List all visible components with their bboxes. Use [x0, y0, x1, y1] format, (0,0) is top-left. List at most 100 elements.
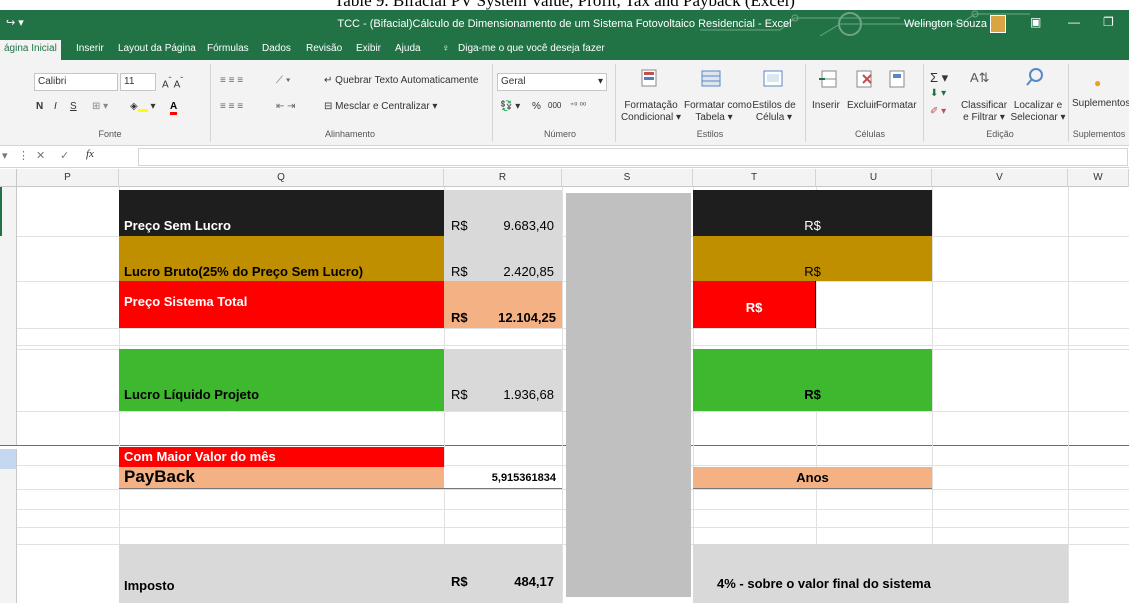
find-select-button[interactable]: Localizar e Selecionar ▾ [1010, 100, 1066, 124]
tab-ajuda[interactable]: Ajuda [395, 43, 421, 54]
font-color-icon[interactable]: A [170, 101, 178, 115]
tab-formulas[interactable]: Fórmulas [207, 43, 249, 54]
imposto-t-cell[interactable]: 4% - sobre o valor final do sistema [693, 544, 1068, 603]
clear-icon[interactable]: ✐ ▾ [930, 106, 946, 117]
row-header[interactable] [0, 469, 17, 603]
insert-button[interactable]: Inserir [812, 100, 840, 111]
delete-button[interactable]: Excluir [847, 100, 877, 111]
preco-total-value-cell[interactable]: R$ 12.104,25 [444, 281, 562, 328]
ribbon-display-icon[interactable]: ▣ [1030, 15, 1041, 29]
column-header-s[interactable]: S [562, 169, 693, 187]
wrap-text-icon: ↵ [324, 75, 336, 86]
lucro-liquido-value-cell[interactable]: R$ 1.936,68 [444, 349, 562, 411]
lucro-bruto-label-cell[interactable]: Lucro Bruto(25% do Preço Sem Lucro) [119, 236, 444, 281]
cancel-icon[interactable]: ✕ [36, 149, 45, 162]
imposto-label-cell[interactable]: Imposto [119, 544, 444, 603]
payback-label-cell[interactable]: PayBack [119, 467, 444, 489]
format-button[interactable]: Formatar [876, 100, 917, 111]
format-table-button[interactable]: Formatar como Tabela ▾ [684, 100, 752, 124]
maior-valor-label-cell[interactable]: Com Maior Valor do mês [119, 447, 444, 467]
imposto-value-cell[interactable]: R$ 484,17 [444, 544, 562, 603]
row-header-selected[interactable] [0, 449, 17, 469]
thousands-button[interactable]: 000 [548, 101, 561, 110]
row-header[interactable] [0, 236, 17, 445]
number-format-select[interactable]: Geral ▾ [497, 73, 607, 91]
column-header-r[interactable]: R [444, 169, 562, 187]
sort-filter-line1: Classificar [960, 100, 1008, 111]
font-name-select[interactable]: Calibri [34, 73, 118, 91]
currency-icon[interactable]: 💱 ▾ [500, 101, 520, 112]
tab-exibir[interactable]: Exibir [356, 43, 381, 54]
preco-sem-lucro-label-cell[interactable]: Preço Sem Lucro [119, 190, 444, 236]
decimal-increase-icon[interactable]: ⁺⁰ ⁰⁰ [570, 101, 586, 110]
insert-function-button[interactable]: fx [86, 148, 94, 160]
column-header-u[interactable]: U [816, 169, 932, 187]
row-header[interactable] [0, 187, 17, 236]
format-table-line2: Tabela [695, 112, 725, 123]
merge-center-button[interactable]: ⊟ Mesclar e Centralizar ▾ [324, 101, 437, 112]
tab-inserir[interactable]: Inserir [76, 43, 104, 54]
lucro-bruto-value-cell[interactable]: R$ 2.420,85 [444, 236, 562, 281]
formula-menu-icon[interactable]: ⋮ [18, 149, 29, 162]
tab-revisao[interactable]: Revisão [306, 43, 342, 54]
align-left-icon[interactable]: ≡ ≡ ≡ [220, 101, 243, 112]
sort-filter-button[interactable]: Classificar e Filtrar ▾ [956, 100, 1012, 124]
tell-me-input[interactable]: Diga-me o que você deseja fazer [458, 43, 605, 54]
payback-t-cell[interactable]: Anos [693, 467, 932, 489]
alignment-group-label: Alinhamento [324, 129, 376, 139]
cell-styles-button[interactable]: Estilos de Célula ▾ [748, 100, 800, 124]
lucro-bruto-value: 2.420,85 [503, 264, 554, 279]
column-s-gray-block[interactable] [566, 193, 691, 597]
fill-icon[interactable]: ⬇ ▾ [930, 88, 946, 99]
user-name[interactable]: Welington Souza [904, 18, 987, 30]
name-box-dropdown-icon[interactable]: ▾ [2, 149, 8, 162]
indent-icon[interactable]: ⇤ ⇥ [276, 101, 296, 112]
select-all-corner[interactable] [0, 169, 17, 187]
lucro-liquido-value: 1.936,68 [503, 387, 554, 402]
preco-sem-lucro-value: 9.683,40 [503, 218, 554, 233]
preco-total-label-cell[interactable]: Preço Sistema Total [119, 281, 444, 328]
formula-input[interactable] [138, 148, 1128, 166]
column-header-w[interactable]: W [1068, 169, 1129, 187]
worksheet-grid: Preço Sem Lucro R$ 9.683,40 R$ Lucro Brut… [0, 187, 1129, 603]
cell-styles-line2: Célula [755, 112, 785, 123]
column-header-v[interactable]: V [932, 169, 1068, 187]
preco-total-currency: R$ [451, 310, 468, 325]
column-header-q[interactable]: Q [119, 169, 444, 187]
tab-layout[interactable]: Layout da Página [118, 43, 196, 54]
minimize-icon[interactable]: — [1068, 15, 1080, 29]
payback-value: 5,915361834 [491, 472, 556, 484]
fill-color-icon[interactable]: ◈ ▾ [130, 101, 156, 112]
lucro-bruto-t-cell[interactable]: R$ [693, 236, 932, 281]
underline-button[interactable]: S [70, 101, 77, 112]
bold-button[interactable]: N [36, 101, 43, 112]
tab-dados[interactable]: Dados [262, 43, 291, 54]
column-header-t[interactable]: T [693, 169, 816, 187]
wrap-text-button[interactable]: ↵ Quebrar Texto Automaticamente [324, 75, 478, 86]
align-top-icon[interactable]: ≡ ≡ ≡ [220, 75, 243, 86]
payback-value-cell[interactable]: 5,915361834 [444, 467, 562, 489]
font-grow-icon[interactable]: Aˆ Aˇ [162, 75, 183, 90]
avatar[interactable] [990, 15, 1006, 33]
autosum-icon[interactable]: Σ ▾ [930, 70, 948, 86]
cells-group-label: Células [854, 129, 885, 139]
font-size-select[interactable]: 11 [120, 73, 156, 91]
percent-button[interactable]: % [532, 101, 541, 112]
addins-button[interactable]: Suplementos [1072, 98, 1129, 109]
column-header-p[interactable]: P [17, 169, 119, 187]
italic-button[interactable]: I [54, 101, 57, 112]
maior-valor-label: Com Maior Valor do mês [124, 449, 276, 464]
preco-sem-lucro-value-cell[interactable]: R$ 9.683,40 [444, 190, 562, 236]
conditional-format-button[interactable]: Formatação Condicional ▾ [620, 100, 682, 124]
enter-icon[interactable]: ✓ [60, 149, 69, 162]
orientation-icon[interactable]: ⟋ ▾ [276, 75, 291, 86]
tab-pagina-inicial[interactable]: ágina Inicial [0, 40, 61, 60]
restore-icon[interactable]: ❐ [1103, 15, 1114, 29]
number-group-label: Número [543, 129, 576, 139]
preco-sem-lucro-t-cell[interactable]: R$ [693, 190, 932, 236]
preco-total-t-cell[interactable]: R$ [693, 281, 816, 328]
lucro-liquido-label-cell[interactable]: Lucro Líquido Projeto [119, 349, 444, 411]
lucro-liquido-t-cell[interactable]: R$ [693, 349, 932, 411]
borders-icon[interactable]: ⊞ ▾ [92, 101, 108, 112]
lucro-bruto-currency: R$ [451, 264, 468, 279]
